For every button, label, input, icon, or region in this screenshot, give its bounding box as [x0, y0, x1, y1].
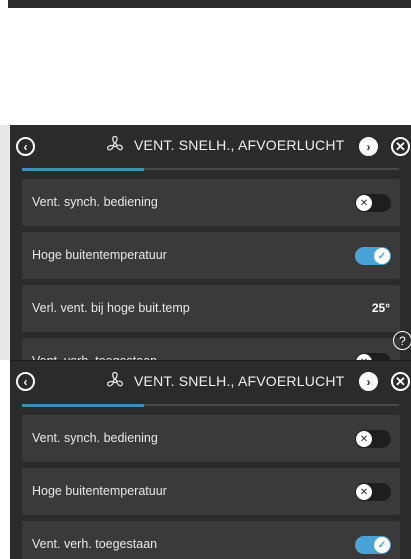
- vent-synch-toggle[interactable]: ✕: [355, 194, 391, 212]
- setting-label: Vent. synch. bediening: [32, 195, 158, 209]
- back-button[interactable]: ‹: [16, 137, 35, 156]
- help-icon: ?: [399, 333, 406, 348]
- title-group: VENT. SNELH., AFVOERLUCHT: [105, 125, 344, 165]
- close-icon: ✕: [395, 374, 406, 389]
- close-button[interactable]: ✕: [391, 137, 410, 156]
- page-title: VENT. SNELH., AFVOERLUCHT: [134, 373, 345, 389]
- help-button[interactable]: ?: [393, 331, 411, 350]
- setting-label: Vent. synch. bediening: [32, 431, 158, 445]
- previous-screen-strip: [8, 0, 411, 8]
- chevron-left-icon: ‹: [23, 374, 28, 389]
- toggle-off-icon: ✕: [356, 431, 372, 447]
- vent-verh-toggle[interactable]: ✓: [355, 536, 391, 554]
- setting-label: Hoge buitentemperatuur: [32, 484, 167, 498]
- title-group: VENT. SNELH., AFVOERLUCHT: [105, 361, 344, 401]
- close-button[interactable]: ✕: [391, 372, 410, 391]
- tab-indicator: [22, 168, 144, 171]
- setting-row-hoge-buitentemp[interactable]: Hoge buitentemperatuur ✓: [22, 232, 400, 279]
- chevron-right-icon: ›: [366, 374, 371, 389]
- header: ‹ VENT. SNELH., AFVOERLUCHT › ✕: [10, 125, 411, 171]
- setting-row-vent-verh[interactable]: Vent. verh. toegestaan ✓: [22, 521, 400, 559]
- toggle-off-icon: ✕: [356, 195, 372, 211]
- settings-screen-1: ‹ VENT. SNELH., AFVOERLUCHT › ✕ Vent. sy…: [10, 125, 411, 360]
- chevron-left-icon: ‹: [23, 139, 28, 154]
- setting-row-hoge-buitentemp[interactable]: Hoge buitentemperatuur ✕: [22, 468, 400, 515]
- check-icon: ✓: [374, 537, 390, 553]
- settings-screen-2: ‹ VENT. SNELH., AFVOERLUCHT › ✕ Vent. sy…: [10, 360, 411, 559]
- forward-button[interactable]: ›: [359, 372, 378, 391]
- vent-synch-toggle[interactable]: ✕: [355, 430, 391, 448]
- setting-label: Verl. vent. bij hoge buit.temp: [32, 301, 190, 315]
- tab-indicator: [22, 404, 144, 407]
- fan-icon: [106, 371, 123, 387]
- toggle-off-icon: ✕: [356, 484, 372, 500]
- header: ‹ VENT. SNELH., AFVOERLUCHT › ✕: [10, 361, 411, 407]
- setting-label: Vent. verh. toegestaan: [32, 338, 157, 360]
- setting-label: Hoge buitentemperatuur: [32, 248, 167, 262]
- page-title: VENT. SNELH., AFVOERLUCHT: [134, 137, 345, 153]
- fan-icon: [106, 135, 123, 151]
- forward-button[interactable]: ›: [359, 137, 378, 156]
- setting-row-vent-verh[interactable]: Vent. verh. toegestaan ✕: [22, 338, 400, 360]
- hoge-buitentemp-toggle[interactable]: ✓: [355, 247, 391, 265]
- hoge-buitentemp-toggle[interactable]: ✕: [355, 483, 391, 501]
- setting-label: Vent. verh. toegestaan: [32, 537, 158, 551]
- check-icon: ✓: [374, 248, 390, 264]
- setting-row-verl-vent[interactable]: Verl. vent. bij hoge buit.temp 25°: [22, 285, 400, 332]
- back-button[interactable]: ‹: [16, 372, 35, 391]
- vent-verh-toggle[interactable]: ✕: [355, 353, 391, 360]
- close-icon: ✕: [395, 139, 406, 154]
- setting-row-vent-synch[interactable]: Vent. synch. bediening ✕: [22, 179, 400, 226]
- chevron-right-icon: ›: [366, 139, 371, 154]
- setting-value: 25°: [371, 301, 390, 315]
- side-panel: [0, 125, 10, 360]
- setting-row-vent-synch[interactable]: Vent. synch. bediening ✕: [22, 415, 400, 462]
